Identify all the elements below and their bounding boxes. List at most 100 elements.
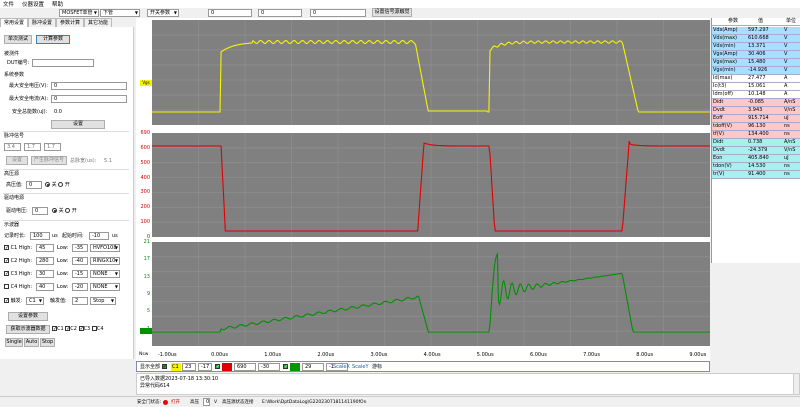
param-value: -24.379: [748, 147, 768, 153]
status-bar: 安全门状态: 打开 高压 0 V 高压源状态连接 E:\Work\DptData…: [0, 396, 800, 407]
c2-min-input[interactable]: -30: [258, 363, 280, 371]
param-value: 3.943: [748, 107, 763, 113]
safety-label: 安全门状态:: [137, 400, 162, 405]
param-name: Ic(t3): [713, 83, 727, 89]
plot2-y-tick: 100: [140, 219, 150, 226]
x-axis-tick: 3.00us: [370, 352, 388, 358]
param-row-2[interactable]: Vds(min) 13.371 V: [712, 43, 800, 51]
param-value: 91.400: [748, 171, 766, 177]
header-value: 值: [758, 18, 764, 24]
c1-max-input[interactable]: 23: [182, 363, 196, 371]
param-name: tf(V): [713, 131, 725, 137]
param-value: 597.297: [748, 27, 769, 33]
param-row-12[interactable]: tdoff(V) 96.130 ns: [712, 123, 800, 131]
param-row-8[interactable]: Idm(off) 10.148 A: [712, 91, 800, 99]
param-name: Idm(off): [713, 91, 733, 97]
param-value: 13.371: [748, 43, 766, 49]
plot3-y-tick: 17: [143, 256, 150, 263]
param-unit: A: [784, 75, 788, 81]
log-scrollbar[interactable]: [793, 374, 799, 394]
c1-visible-checkbox[interactable]: ✓: [161, 364, 167, 370]
connection-label: 高压源状态连接: [222, 400, 254, 405]
param-row-10[interactable]: Dvdt 3.943 V/nS: [712, 107, 800, 115]
safety-state: 打开: [171, 400, 180, 405]
log-line-2: 异常代码614: [140, 383, 170, 389]
param-row-13[interactable]: tf(V) 134.400 ns: [712, 131, 800, 139]
param-unit: V: [784, 67, 788, 73]
c3-visible-checkbox[interactable]: ✓: [283, 364, 288, 370]
c3-max-input[interactable]: 29: [302, 363, 324, 371]
param-unit: ns: [784, 163, 790, 169]
param-value: 10.148: [748, 91, 766, 97]
param-row-4[interactable]: Vgs(max) 15.480 V: [712, 59, 800, 67]
plot1-channel-marker: Vgs: [140, 80, 152, 86]
param-row-15[interactable]: Dvdt -24.379 V/nS: [712, 147, 800, 155]
param-value: 15.061: [748, 83, 766, 89]
hv-status-label: 高压: [190, 400, 199, 405]
plot3-y-tick: 5: [146, 308, 150, 315]
param-row-5[interactable]: Vgs(min) -14.926 V: [712, 67, 800, 75]
param-row-3[interactable]: Vgs(Amp) 30.406 V: [712, 51, 800, 59]
param-unit: A: [784, 91, 788, 97]
param-unit: V: [784, 43, 788, 49]
param-name: Vds(max): [713, 35, 737, 41]
channel-control-bar: 显示全部 ✓ C1 23 -17 ✓ 690 -30 ✓ 29 -1 Scale…: [136, 361, 710, 372]
param-value: 915.714: [748, 115, 769, 121]
param-row-16[interactable]: Eon 405.840 uJ: [712, 155, 800, 163]
plot3-y-tick: 13: [143, 273, 150, 280]
param-value: 96.130: [748, 123, 766, 129]
param-row-18[interactable]: tr(V) 91.400 ns: [712, 171, 800, 179]
x-axis-tick: 7.00us: [583, 352, 600, 358]
param-row-9[interactable]: Didt -0.085 A/nS: [712, 99, 800, 107]
param-unit: ns: [784, 131, 790, 137]
param-value: 0.738: [748, 139, 763, 145]
param-unit: V: [784, 27, 788, 33]
data-path: E:\Work\DptDataLog\G2202307181141190fOn: [262, 400, 367, 405]
x-axis-tick: 0.00us: [211, 352, 228, 358]
param-value: 134.400: [748, 131, 769, 137]
log-area: 已导入数据2023-07-18 13:30:10 异常代码614: [136, 373, 800, 395]
param-row-1[interactable]: Vds(max) 610.668 V: [712, 35, 800, 43]
param-unit: ns: [784, 123, 790, 129]
oscilloscope-plots[interactable]: [0, 0, 800, 407]
param-row-11[interactable]: Eoff 915.714 uJ: [712, 115, 800, 123]
param-unit: ns: [784, 171, 790, 177]
c1-swatch: C1: [171, 363, 181, 371]
x-axis-tick: 9.00us: [689, 352, 707, 358]
param-unit: A/nS: [784, 99, 796, 105]
param-row-0[interactable]: Vds(Amp) 597.297 V: [712, 27, 800, 35]
c2-max-input[interactable]: 690: [234, 363, 256, 371]
param-row-6[interactable]: Id(max) 27.477 A: [712, 75, 800, 83]
param-row-7[interactable]: Ic(t3) 15.061 A: [712, 83, 800, 91]
param-name: Eon: [713, 155, 723, 161]
param-unit: V: [784, 35, 788, 41]
x-axis-tick: 8.00us: [636, 352, 654, 358]
x-axis-tick: 2.00us: [317, 352, 335, 358]
x-axis-tick: 5.00us: [476, 352, 494, 358]
show-all-label: 显示全部: [140, 364, 161, 370]
c2-swatch: [222, 363, 232, 371]
param-value: 610.668: [748, 35, 769, 41]
c3-swatch: [290, 363, 300, 371]
param-unit: uJ: [784, 155, 789, 161]
cursor-button[interactable]: 游标: [372, 364, 382, 370]
param-unit: A: [784, 83, 788, 89]
param-name: Dvdt: [713, 147, 725, 153]
plot2-y-tick: 500: [140, 159, 150, 166]
plot2-y-tick: 690: [140, 130, 150, 136]
header-unit: 单位: [786, 18, 797, 24]
scale-x-button[interactable]: ScaleX: [333, 364, 350, 370]
param-name: Didt: [713, 99, 724, 105]
param-name: Eoff: [713, 115, 723, 121]
param-row-14[interactable]: Didt 0.738 A/nS: [712, 139, 800, 147]
c1-min-input[interactable]: -17: [198, 363, 212, 371]
param-name: Id(max): [713, 75, 733, 81]
param-name: tdoff(V): [713, 123, 732, 129]
show-all-group: 显示全部 ✓: [140, 364, 167, 370]
param-row-17[interactable]: tdon(V) 14.530 ns: [712, 163, 800, 171]
scale-y-button[interactable]: ScaleY: [352, 364, 369, 370]
param-name: Dvdt: [713, 107, 725, 113]
param-unit: V: [784, 51, 788, 57]
c2-visible-checkbox[interactable]: ✓: [215, 364, 220, 370]
param-name: Didt: [713, 139, 724, 145]
